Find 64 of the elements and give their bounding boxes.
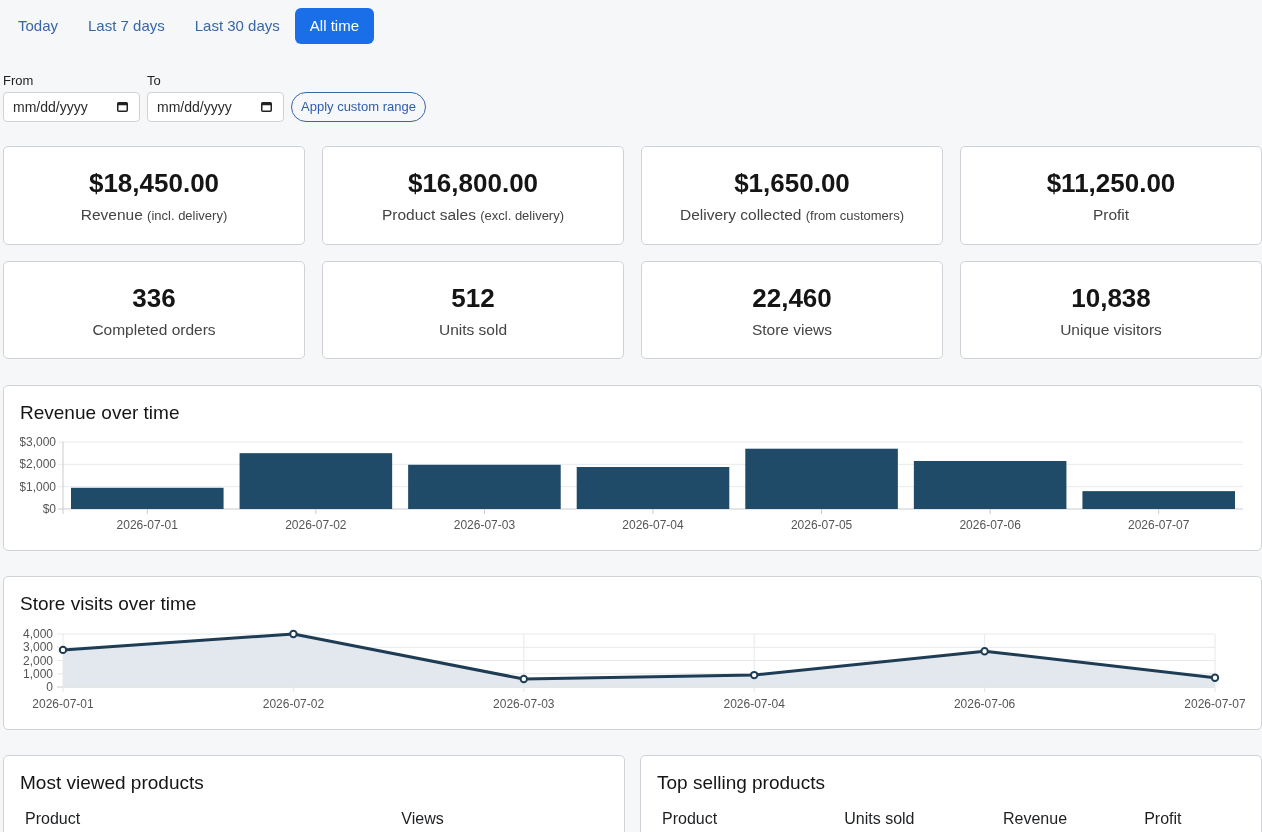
stat-label: Completed orders xyxy=(91,320,217,340)
axis-label: 2026-07-03 xyxy=(453,518,516,532)
stat-value: $18,450.00 xyxy=(87,168,221,199)
card-title: Top selling products xyxy=(657,771,826,794)
axis-label: $1,000 xyxy=(20,479,56,494)
data-point xyxy=(980,647,989,656)
axis-label: 2026-07-02 xyxy=(285,518,347,532)
range-tab[interactable]: All time xyxy=(294,8,374,44)
calendar-icon[interactable] xyxy=(117,101,128,112)
card-title: Most viewed products xyxy=(20,771,205,794)
axis-label: 1,000 xyxy=(22,666,53,681)
stat-label: Store views xyxy=(750,320,834,340)
data-point xyxy=(750,670,759,680)
stat-label: Delivery collected (from customers) xyxy=(679,205,905,225)
stat-value: 10,838 xyxy=(1070,283,1152,314)
axis-label: 2026-07-01 xyxy=(32,697,94,711)
field-label: From xyxy=(3,73,35,89)
axis-label: 2,000 xyxy=(22,653,53,668)
range-tab[interactable]: Last 7 days xyxy=(73,8,180,44)
stat-label: Unique visitors xyxy=(1059,320,1163,340)
stat-value: $11,250.00 xyxy=(1045,168,1177,199)
axis-label: 2026-07-04 xyxy=(723,697,785,711)
column-header: Revenue xyxy=(1002,809,1069,829)
axis-label: 2026-07-07 xyxy=(1184,697,1245,711)
date-field[interactable]: mm/dd/yyyy xyxy=(147,92,284,122)
column-header: Product xyxy=(661,809,719,829)
axis-label: 2026-07-04 xyxy=(622,518,684,532)
stat-label: Revenue (incl. delivery) xyxy=(79,205,229,225)
axis-label: 2026-07-02 xyxy=(262,697,325,711)
stat-label: Product sales (excl. delivery) xyxy=(381,205,565,225)
calendar-icon[interactable] xyxy=(261,101,272,112)
axis-label: 2026-07-03 xyxy=(493,697,555,711)
stat-label: Profit xyxy=(1091,205,1131,225)
date-field[interactable]: mm/dd/yyyy xyxy=(3,92,140,122)
column-header: Units sold xyxy=(843,809,916,829)
data-point xyxy=(1210,673,1220,682)
stat-label: Units sold xyxy=(437,320,509,340)
axis-label: 2026-07-01 xyxy=(116,518,178,532)
axis-label: 2026-07-07 xyxy=(1128,518,1190,532)
data-point xyxy=(519,674,528,684)
column-header: Views xyxy=(400,809,445,829)
stat-value: $1,650.00 xyxy=(733,168,851,199)
column-header: Product xyxy=(24,809,82,829)
stat-value: 22,460 xyxy=(751,283,833,314)
axis-label: 3,000 xyxy=(22,640,53,655)
column-header: Profit xyxy=(1143,809,1183,829)
axis-label: 2026-07-06 xyxy=(959,518,1021,532)
axis-label: $3,000 xyxy=(20,435,56,449)
data-point xyxy=(58,645,68,655)
data-point xyxy=(289,629,298,639)
range-tab[interactable]: Today xyxy=(3,8,74,44)
axis-label: $2,000 xyxy=(20,457,56,472)
axis-label: 2026-07-06 xyxy=(953,697,1016,711)
stat-value: 336 xyxy=(131,283,177,314)
axis-label: 2026-07-05 xyxy=(790,518,853,532)
axis-label: 4,000 xyxy=(22,627,53,641)
chart-title: Store visits over time xyxy=(20,592,198,615)
field-label: To xyxy=(147,73,162,89)
chart-title: Revenue over time xyxy=(20,401,181,424)
axis-label: 0 xyxy=(46,680,53,694)
stat-value: 512 xyxy=(450,283,496,314)
axis-label: $0 xyxy=(42,502,56,516)
range-tab[interactable]: Last 30 days xyxy=(179,8,295,44)
stat-value: $16,800.00 xyxy=(406,168,540,199)
